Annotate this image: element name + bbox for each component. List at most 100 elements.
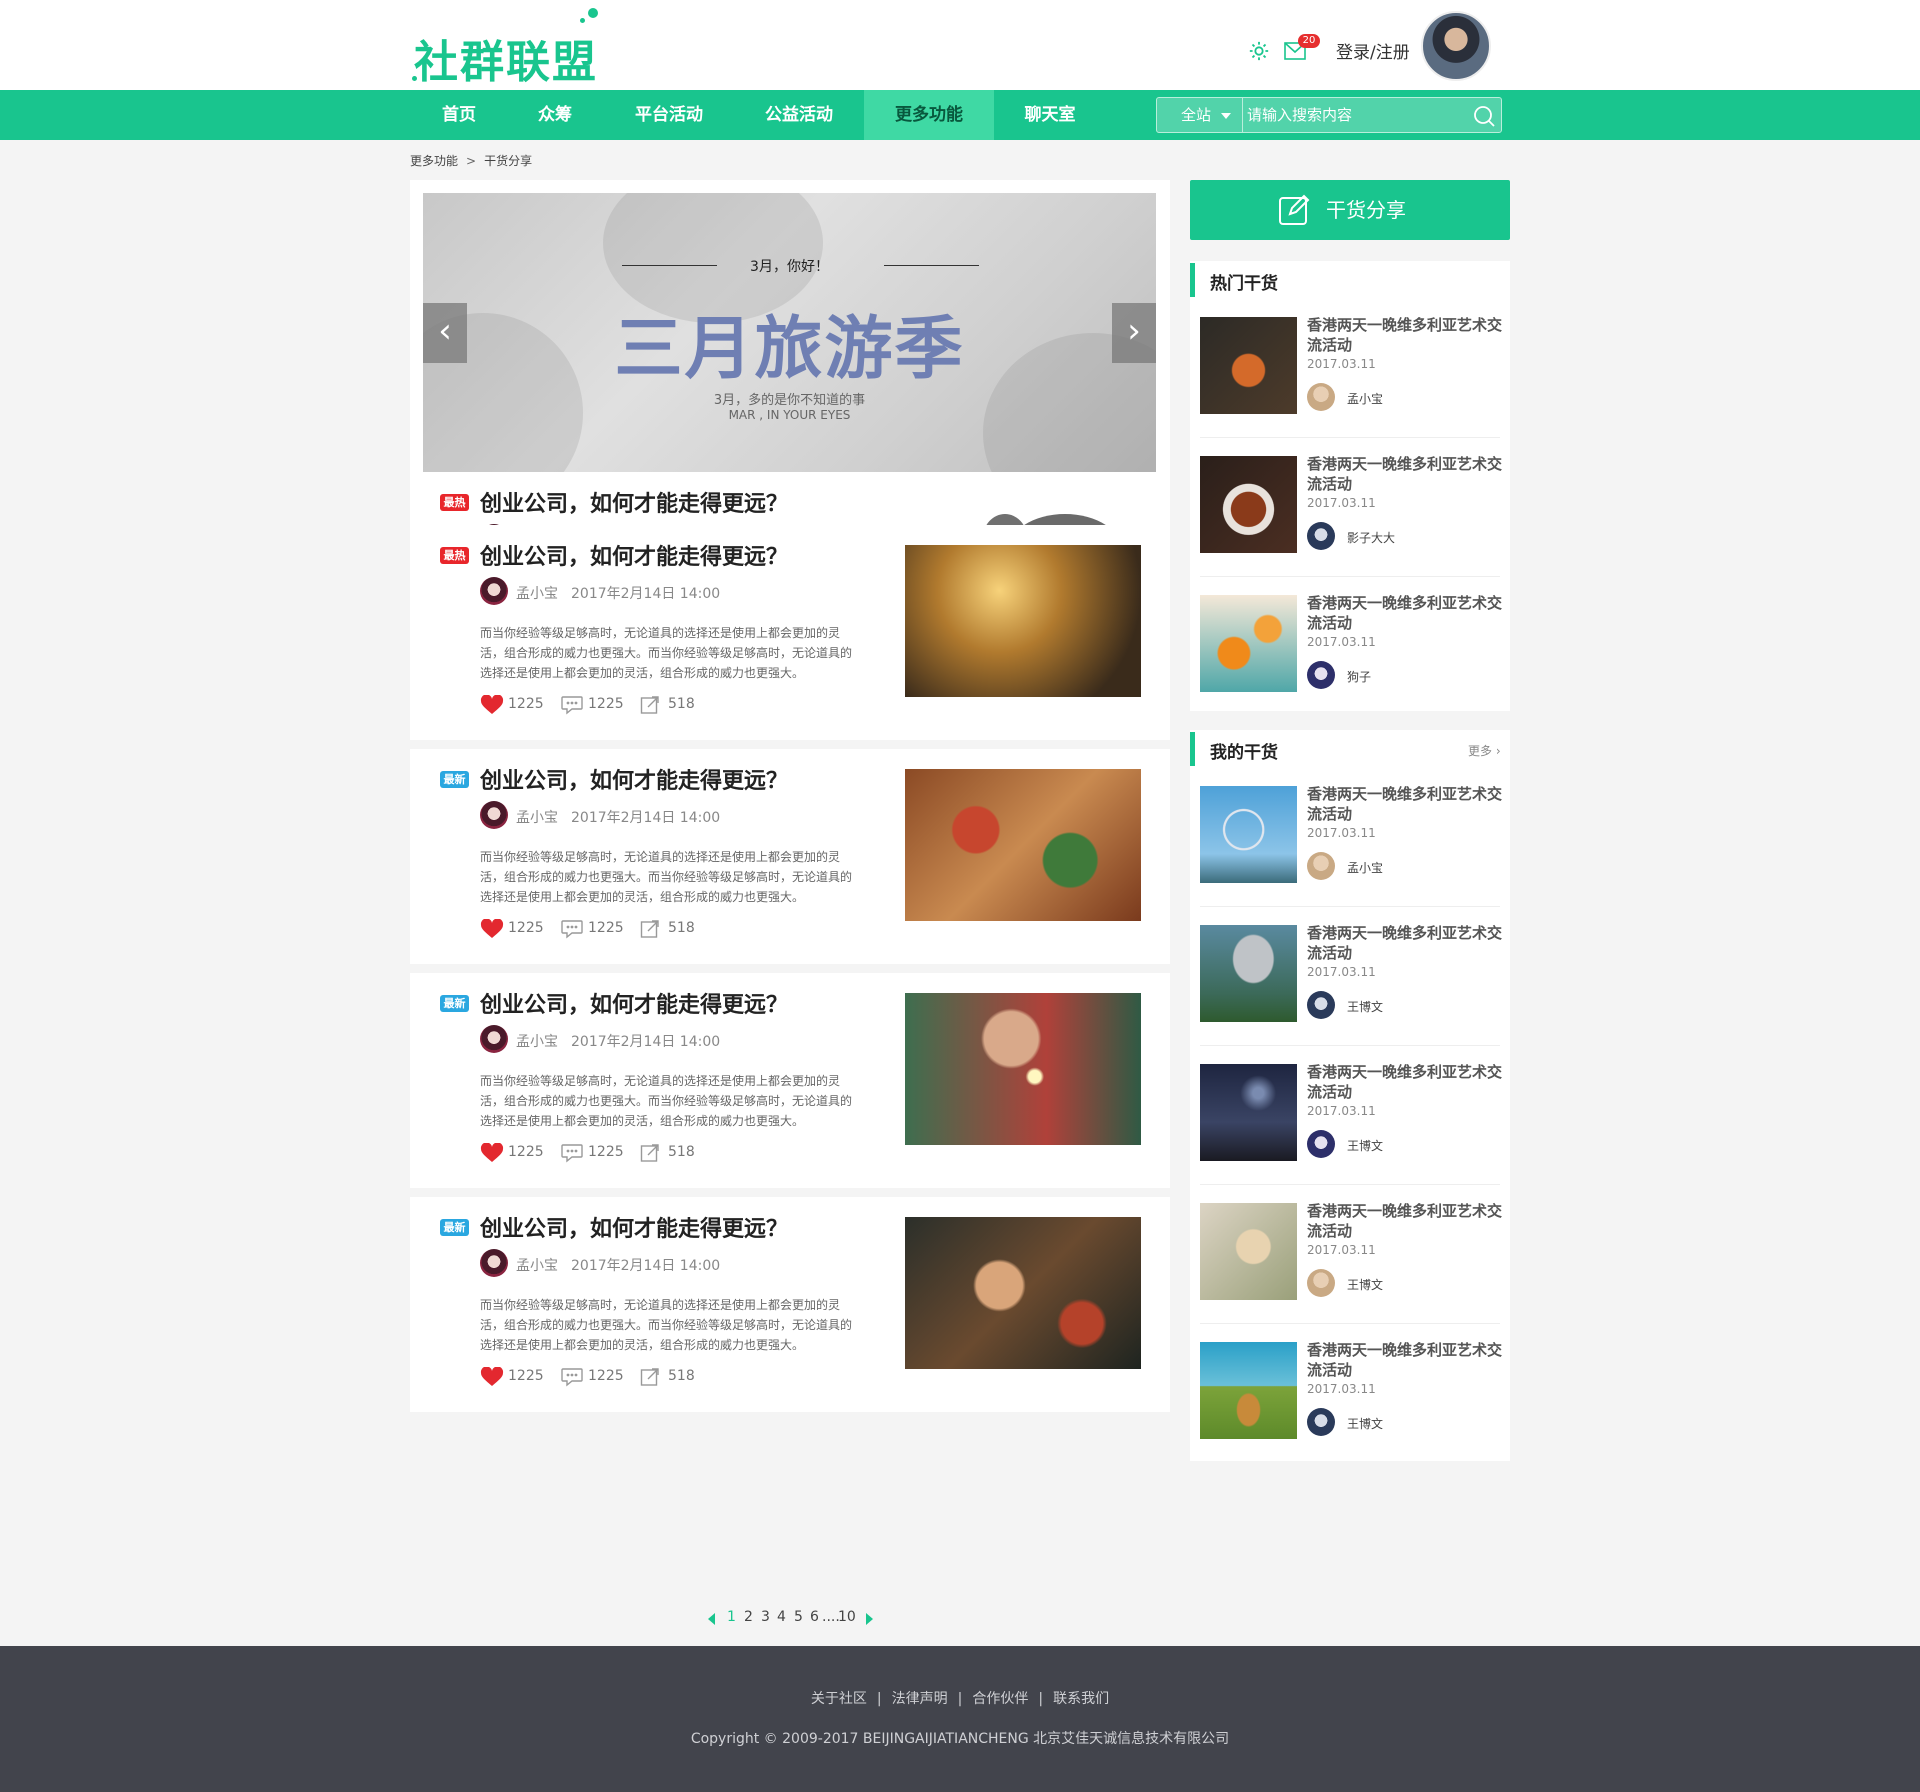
post-card[interactable]: 最新 创业公司，如何才能走得更远？ 孟小宝 2017年2月14日 14:00 而… xyxy=(410,749,1170,964)
cocktail-jar-photo[interactable] xyxy=(1200,317,1297,414)
cow-seaside-photo[interactable] xyxy=(1200,1342,1297,1439)
orange-jam-photo[interactable] xyxy=(1200,595,1297,692)
footer-link-contact[interactable]: 联系我们 xyxy=(1053,1691,1109,1707)
page-3[interactable]: 3 xyxy=(761,1609,770,1625)
side-post-title[interactable]: 香港两天一晚维多利亚艺术交流活动 xyxy=(1307,784,1503,824)
banner-carousel[interactable]: 3月，你好！ 三月旅游季 3月，多的是你不知道的事 MAR , IN YOUR … xyxy=(423,193,1156,472)
side-post-item[interactable]: 香港两天一晚维多利亚艺术交流活动 2017.03.11 孟小宝 xyxy=(1200,768,1503,907)
author-avatar[interactable] xyxy=(480,1249,508,1277)
nav-item-home[interactable]: 首页 xyxy=(414,90,504,140)
post-author[interactable]: 孟小宝 xyxy=(516,583,558,603)
side-post-item[interactable]: 香港两天一晚维多利亚艺术交流活动 2017.03.11 王博文 xyxy=(1200,1324,1503,1463)
author-avatar[interactable] xyxy=(480,1025,508,1053)
author-avatar[interactable] xyxy=(1307,661,1335,689)
post-title[interactable]: 创业公司，如何才能走得更远？ xyxy=(480,987,788,1019)
nav-item-more[interactable]: 更多功能 xyxy=(864,90,994,140)
post-author[interactable]: 孟小宝 xyxy=(516,807,558,827)
nav-item-platform-events[interactable]: 平台活动 xyxy=(614,90,724,140)
side-post-author[interactable]: 王博文 xyxy=(1347,1137,1383,1154)
author-avatar[interactable] xyxy=(1307,1130,1335,1158)
breadcrumb-parent[interactable]: 更多功能 xyxy=(410,154,458,168)
side-post-title[interactable]: 香港两天一晚维多利亚艺术交流活动 xyxy=(1307,923,1503,963)
side-post-title[interactable]: 香港两天一晚维多利亚艺术交流活动 xyxy=(1307,593,1503,633)
share-stat[interactable]: 518 xyxy=(640,1365,700,1387)
comment-stat[interactable]: 1225 xyxy=(560,693,624,715)
author-avatar[interactable] xyxy=(480,577,508,605)
author-avatar[interactable] xyxy=(1307,852,1335,880)
prev-page-icon[interactable] xyxy=(708,1613,715,1625)
search-input[interactable] xyxy=(1247,98,1467,132)
page-5[interactable]: 5 xyxy=(794,1609,803,1625)
login-register-link[interactable]: 登录/注册 xyxy=(1336,38,1410,63)
page-1[interactable]: 1 xyxy=(727,1609,736,1625)
side-post-author[interactable]: 影子大大 xyxy=(1347,529,1395,546)
side-post-author[interactable]: 孟小宝 xyxy=(1347,390,1383,407)
like-stat[interactable]: 1225 xyxy=(480,1365,544,1387)
side-post-title[interactable]: 香港两天一晚维多利亚艺术交流活动 xyxy=(1307,315,1503,355)
share-stat[interactable]: 518 xyxy=(640,1141,700,1163)
side-post-item[interactable]: 香港两天一晚维多利亚艺术交流活动 2017.03.11 狗子 xyxy=(1200,577,1503,716)
night-sky-tree-photo[interactable] xyxy=(1200,1064,1297,1161)
author-avatar[interactable] xyxy=(1307,522,1335,550)
page-4[interactable]: 4 xyxy=(777,1609,786,1625)
gear-icon[interactable] xyxy=(1248,40,1270,62)
side-post-item[interactable]: 香港两天一晚维多利亚艺术交流活动 2017.03.11 王博文 xyxy=(1200,1185,1503,1324)
roast-dish-photo[interactable] xyxy=(1200,456,1297,553)
author-avatar[interactable] xyxy=(1307,1269,1335,1297)
site-logo[interactable]: 社群联盟 xyxy=(412,8,614,90)
nav-item-charity[interactable]: 公益活动 xyxy=(744,90,854,140)
mushroom-photo[interactable] xyxy=(1200,925,1297,1022)
post-title[interactable]: 创业公司，如何才能走得更远？ xyxy=(480,763,788,795)
next-page-icon[interactable] xyxy=(866,1613,873,1625)
share-post-button[interactable]: 干货分享 xyxy=(1190,180,1510,240)
footer-link-partners[interactable]: 合作伙伴 xyxy=(972,1691,1028,1707)
post-card[interactable]: 最热 创业公司，如何才能走得更远？ 孟小宝 2017年2月14日 14:00 而… xyxy=(410,525,1170,740)
banner-next-button[interactable]: › xyxy=(1112,303,1156,363)
side-post-title[interactable]: 香港两天一晚维多利亚艺术交流活动 xyxy=(1307,1062,1503,1102)
side-post-author[interactable]: 孟小宝 xyxy=(1347,859,1383,876)
side-post-title[interactable]: 香港两天一晚维多利亚艺术交流活动 xyxy=(1307,1201,1503,1241)
post-card[interactable]: 最新 创业公司，如何才能走得更远？ 孟小宝 2017年2月14日 14:00 而… xyxy=(410,973,1170,1188)
side-post-author[interactable]: 王博文 xyxy=(1347,998,1383,1015)
banner-prev-button[interactable]: ‹ xyxy=(423,303,467,363)
footer-link-legal[interactable]: 法律声明 xyxy=(892,1691,948,1707)
author-avatar[interactable] xyxy=(1307,991,1335,1019)
page-10[interactable]: 10 xyxy=(838,1609,856,1625)
search-icon[interactable] xyxy=(1473,105,1495,127)
more-link[interactable]: 更多 › xyxy=(1468,742,1501,759)
comment-stat[interactable]: 1225 xyxy=(560,1141,624,1163)
side-post-title[interactable]: 香港两天一晚维多利亚艺术交流活动 xyxy=(1307,454,1503,494)
post-title[interactable]: 创业公司，如何才能走得更远？ xyxy=(480,1211,788,1243)
scooter-sunset-photo[interactable] xyxy=(905,545,1141,697)
side-post-item[interactable]: 香港两天一晚维多利亚艺术交流活动 2017.03.11 影子大大 xyxy=(1200,438,1503,577)
author-avatar[interactable] xyxy=(1307,1408,1335,1436)
like-stat[interactable]: 1225 xyxy=(480,693,544,715)
nav-item-crowdfunding[interactable]: 众筹 xyxy=(510,90,600,140)
gingerbread-cookies-photo[interactable] xyxy=(905,769,1141,921)
like-stat[interactable]: 1225 xyxy=(480,917,544,939)
page-6[interactable]: 6 xyxy=(810,1609,819,1625)
share-stat[interactable]: 518 xyxy=(640,917,700,939)
side-post-title[interactable]: 香港两天一晚维多利亚艺术交流活动 xyxy=(1307,1340,1503,1380)
nav-item-chatroom[interactable]: 聊天室 xyxy=(1010,90,1090,140)
post-title[interactable]: 创业公司，如何才能走得更远？ xyxy=(480,486,788,518)
footer-link-about[interactable]: 关于社区 xyxy=(811,1691,867,1707)
post-author[interactable]: 孟小宝 xyxy=(516,1255,558,1275)
post-card[interactable]: 最新 创业公司，如何才能走得更远？ 孟小宝 2017年2月14日 14:00 而… xyxy=(410,1197,1170,1412)
side-post-author[interactable]: 王博文 xyxy=(1347,1276,1383,1293)
side-post-item[interactable]: 香港两天一晚维多利亚艺术交流活动 2017.03.11 孟小宝 xyxy=(1200,299,1503,438)
side-post-item[interactable]: 香港两天一晚维多利亚艺术交流活动 2017.03.11 王博文 xyxy=(1200,907,1503,1046)
user-avatar[interactable] xyxy=(1421,11,1491,81)
side-post-item[interactable]: 香港两天一晚维多利亚艺术交流活动 2017.03.11 王博文 xyxy=(1200,1046,1503,1185)
page-2[interactable]: 2 xyxy=(744,1609,753,1625)
girl-roses-photo[interactable] xyxy=(905,1217,1141,1369)
side-post-author[interactable]: 狗子 xyxy=(1347,668,1371,685)
sparkler-girl-photo[interactable] xyxy=(905,993,1141,1145)
side-post-author[interactable]: 王博文 xyxy=(1347,1415,1383,1432)
post-author[interactable]: 孟小宝 xyxy=(516,1031,558,1051)
ferris-wheel-photo[interactable] xyxy=(1200,786,1297,883)
comment-stat[interactable]: 1225 xyxy=(560,917,624,939)
like-stat[interactable]: 1225 xyxy=(480,1141,544,1163)
comment-stat[interactable]: 1225 xyxy=(560,1365,624,1387)
share-stat[interactable]: 518 xyxy=(640,693,700,715)
